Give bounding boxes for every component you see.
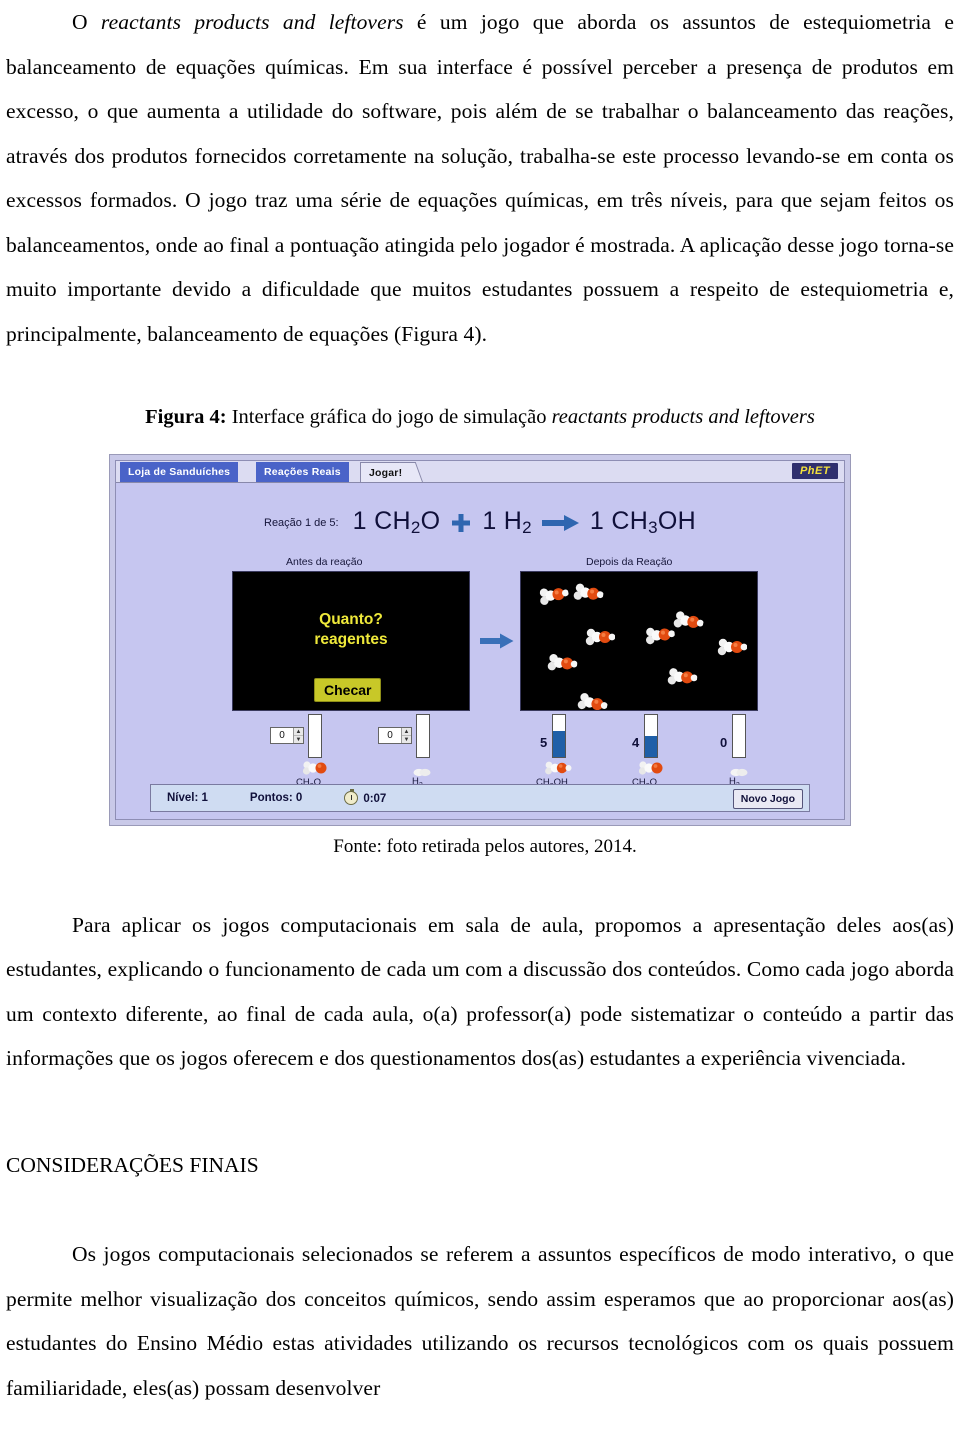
molecule-methanol-icon [537, 584, 571, 612]
molecule-methanol-icon [585, 628, 616, 651]
bar-fill [553, 730, 565, 757]
figure-caption-label: Figura 4: [145, 406, 227, 428]
paragraph-2: Para aplicar os jogos computacionais em … [6, 912, 954, 1071]
before-reaction-panel: Quanto? reagentes Checar [232, 571, 470, 711]
figure-caption: Figura 4: Interface gráfica do jogo de s… [6, 356, 954, 432]
formula-subscript: 2 [410, 518, 421, 537]
figure-caption-italic: reactants products and leftovers [551, 406, 815, 428]
right-arrow-icon [541, 514, 580, 532]
simulation-window: Loja de Sanduíches Reações Reais Jogar! … [109, 454, 851, 826]
molecule-methanol-icon [546, 653, 578, 679]
equation-reactant-1: 1 CH2O [353, 507, 441, 538]
product-3-value: 0 [720, 735, 728, 750]
level-indicator: Nível: 1 [167, 792, 208, 804]
before-reaction-label: Antes da reação [286, 556, 363, 568]
tab-label: Jogar! [369, 467, 403, 479]
paragraph-1: O reactants products and leftovers é um … [6, 0, 954, 356]
product-1-value: 5 [540, 735, 548, 750]
coefficient: 1 [589, 507, 605, 535]
spinner-value: 0 [387, 730, 393, 741]
phet-logo: PhET [792, 463, 838, 479]
plus-icon [450, 512, 472, 534]
tab-bar: Loja de Sanduíches Reações Reais Jogar! … [116, 461, 844, 483]
equation-reactant-2: 1 H2 [482, 507, 532, 538]
figure-source: Fonte: foto retirada pelos autores, 2014… [333, 836, 637, 857]
product-2-value: 4 [632, 735, 640, 750]
new-game-button[interactable]: Novo Jogo [732, 789, 803, 809]
spinner-value: 0 [279, 730, 285, 741]
tab-label: Loja de Sanduíches [128, 466, 231, 478]
figure-image: Loja de Sanduíches Reações Reais Jogar! … [6, 432, 954, 826]
formula-base: CH [374, 507, 411, 535]
figure-caption-text: Interface gráfica do jogo de simulação [226, 406, 552, 428]
question-line-1: Quanto? [319, 611, 383, 628]
tab-label: Reações Reais [264, 466, 341, 478]
molecule-methanol-icon [666, 667, 698, 692]
formula-tail: OH [657, 507, 696, 535]
coefficient: 1 [352, 507, 367, 535]
coefficient: 1 [482, 507, 497, 535]
bar-fill [645, 736, 657, 757]
para1-run1-italic: reactants products and leftovers [100, 10, 404, 34]
reaction-equation: Reação 1 de 5: 1 CH2O 1 H2 1 CH3OH [116, 507, 844, 538]
product-1-bar [552, 714, 566, 758]
simulation-frame: Loja de Sanduíches Reações Reais Jogar! … [115, 460, 845, 820]
molecule-methanol-icon [717, 638, 748, 661]
reactant-2-bar [416, 714, 430, 758]
formula-subscript: 3 [648, 518, 658, 537]
reactant-1-spinner[interactable]: 0 ▲ ▼ [270, 727, 304, 744]
spinner-up-icon[interactable]: ▲ [294, 728, 303, 736]
spinner-down-icon[interactable]: ▼ [294, 736, 303, 743]
para1-run2: é um jogo que aborda os assuntos de este… [6, 10, 954, 346]
check-button[interactable]: Checar [314, 678, 382, 702]
after-reaction-label: Depois da Reação [586, 556, 673, 568]
spinner-arrows[interactable]: ▲ ▼ [401, 728, 411, 743]
points-indicator: Pontos: 0 [249, 792, 303, 804]
molecule-methanol-icon [575, 691, 609, 710]
formula-base: H [503, 507, 523, 535]
spinner-up-icon[interactable]: ▲ [402, 728, 411, 736]
spinner-arrows[interactable]: ▲ ▼ [293, 728, 303, 743]
tab-loja-de-sanduiches[interactable]: Loja de Sanduíches [120, 462, 239, 482]
reactant-1-bar [308, 714, 322, 758]
formula-tail: O [420, 507, 441, 535]
paragraph-3: Os jogos computacionais selecionados se … [6, 1242, 954, 1400]
reaction-direction-arrow-icon [480, 633, 514, 654]
molecule-methanol-icon [671, 610, 705, 638]
after-reaction-panel [520, 571, 758, 711]
spinner-down-icon[interactable]: ▼ [402, 736, 411, 743]
timer-indicator: 0:07 [344, 789, 387, 805]
formula-base: CH [611, 507, 649, 535]
reaction-counter: Reação 1 de 5: [264, 516, 339, 529]
document-page: O reactants products and leftovers é um … [0, 0, 960, 1454]
stopwatch-icon [344, 789, 359, 805]
question-line-2: reagentes [314, 631, 388, 648]
molecule-methanol-icon [572, 582, 605, 609]
product-2-bar [644, 714, 658, 758]
para1-run0: O [72, 10, 101, 34]
tab-reacoes-reais[interactable]: Reações Reais [256, 462, 349, 482]
game-area: Reação 1 de 5: 1 CH2O 1 H2 1 CH3OH Antes… [116, 483, 844, 819]
timer-value: 0:07 [363, 793, 387, 805]
reactant-2-spinner[interactable]: 0 ▲ ▼ [378, 727, 412, 744]
equation-product: 1 CH3OH [590, 507, 696, 538]
status-bar: Nível: 1 Pontos: 0 0:07 Novo Jogo [150, 784, 810, 812]
section-heading-consideracoes-finais: CONSIDERAÇÕES FINAIS [6, 1153, 259, 1177]
product-3-bar [732, 714, 746, 758]
formula-subscript: 2 [522, 518, 532, 537]
